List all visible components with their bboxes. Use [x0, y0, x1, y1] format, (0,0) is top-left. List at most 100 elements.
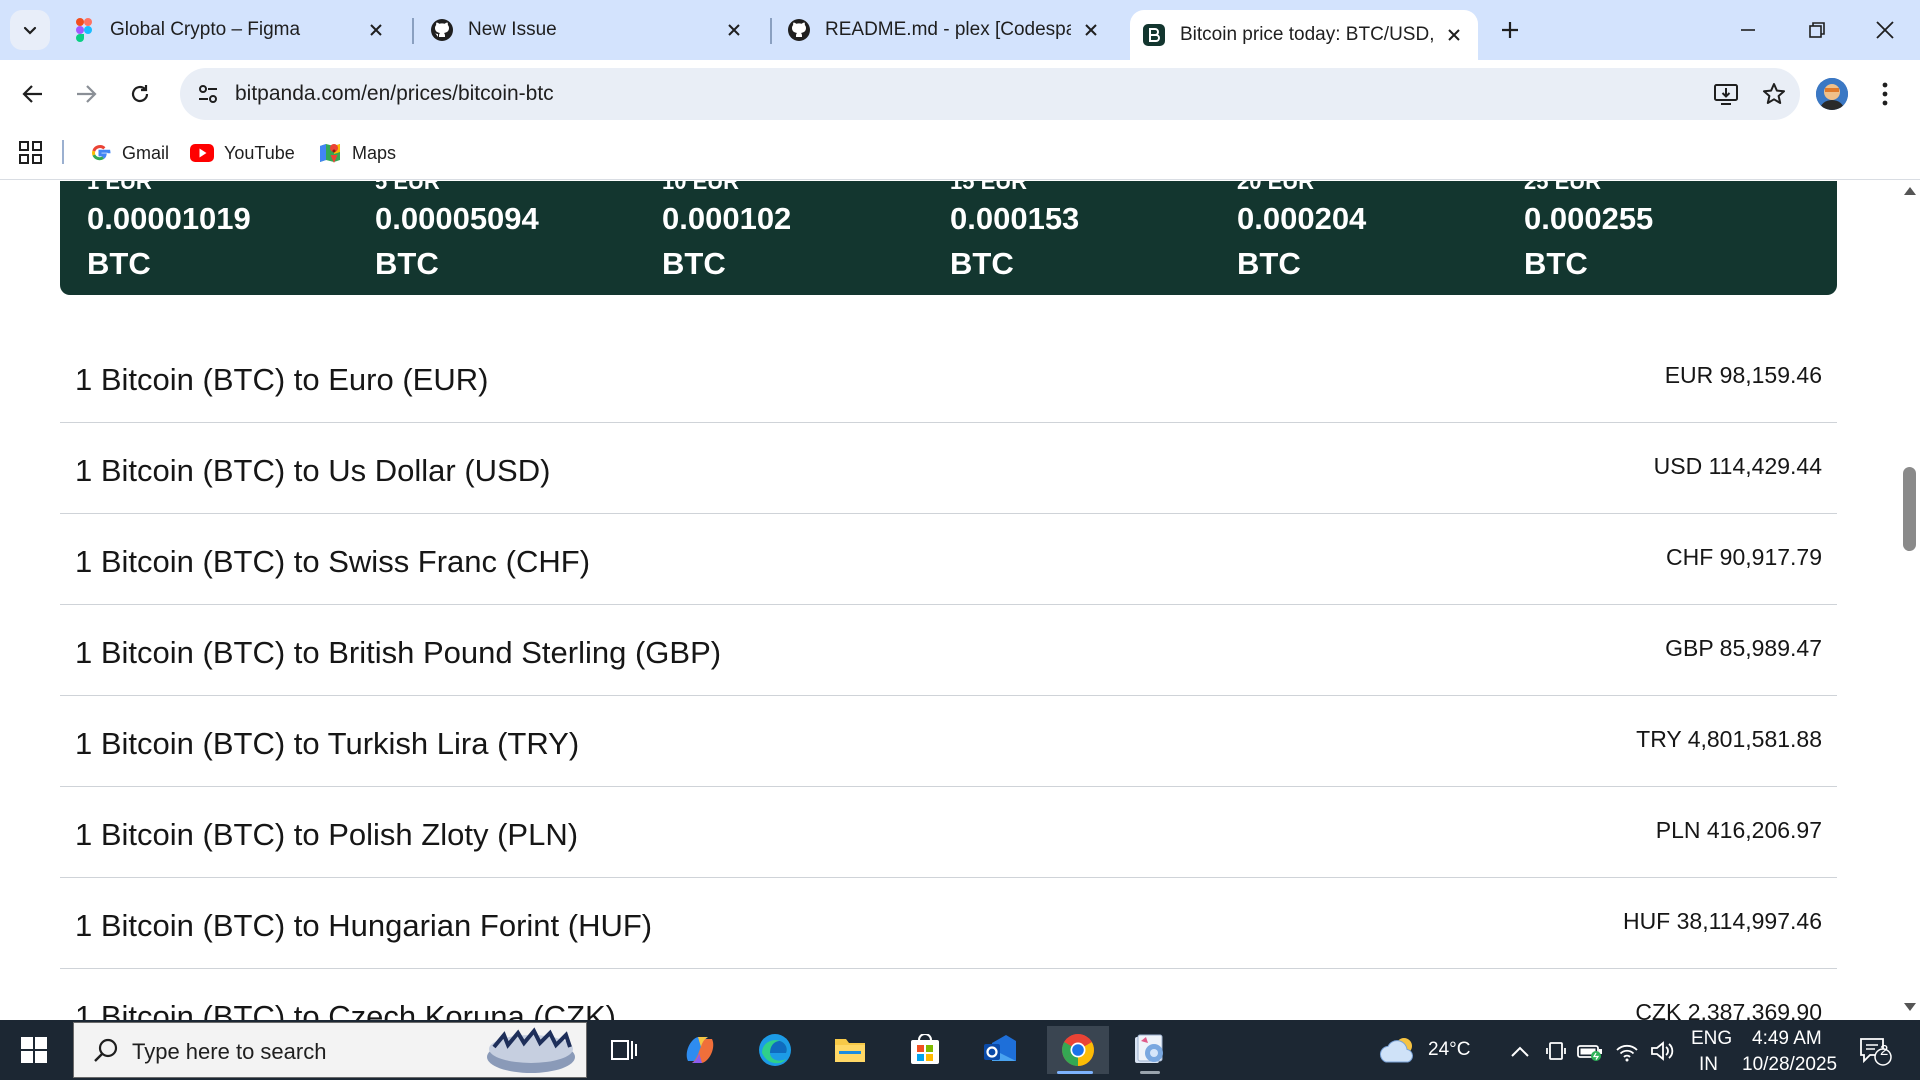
btc-unit: BTC: [1524, 246, 1588, 281]
tab-readme-codespaces[interactable]: README.md - plex [Codespaces]: [775, 8, 1115, 52]
copilot-button[interactable]: [672, 1026, 728, 1074]
close-icon[interactable]: [1079, 18, 1103, 42]
close-icon[interactable]: [1442, 23, 1466, 47]
arrow-right-icon: [77, 85, 97, 103]
input-language[interactable]: ENG: [1691, 1028, 1732, 1050]
rate-label: 1 Bitcoin (BTC) to Us Dollar (USD): [75, 453, 551, 488]
start-button[interactable]: [14, 1032, 54, 1068]
rate-label: 1 Bitcoin (BTC) to Euro (EUR): [75, 362, 489, 397]
rate-label: 1 Bitcoin (BTC) to British Pound Sterlin…: [75, 635, 722, 670]
restore-button[interactable]: [1782, 0, 1852, 60]
maps-icon: [318, 141, 342, 165]
page-scrollbar[interactable]: [1900, 181, 1920, 1020]
avatar-icon: [1816, 78, 1848, 110]
weather-temperature[interactable]: 24°C: [1428, 1039, 1470, 1061]
rate-label: 1 Bitcoin (BTC) to Czech Koruna (CZK): [75, 999, 616, 1020]
scroll-down-arrow-icon[interactable]: [1904, 1003, 1916, 1011]
tab-bitcoin-price[interactable]: Bitcoin price today: BTC/USD, BTC: [1130, 10, 1478, 60]
bookmark-maps[interactable]: Maps: [318, 138, 396, 168]
search-highlight-icon: [487, 1027, 575, 1073]
chrome-button[interactable]: [1047, 1026, 1109, 1074]
more-vert-icon: [1882, 82, 1888, 106]
forward-button[interactable]: [68, 76, 104, 112]
tab-title: README.md - plex [Codespaces]: [825, 19, 1071, 40]
rate-value: HUF 38,114,997.46: [1622, 908, 1822, 934]
profile-avatar[interactable]: [1816, 78, 1848, 110]
rate-label: 1 Bitcoin (BTC) to Polish Zloty (PLN): [75, 817, 579, 852]
battery-icon[interactable]: [1577, 1038, 1603, 1064]
btc-unit: BTC: [1237, 246, 1301, 281]
apps-grid-icon[interactable]: [18, 140, 44, 166]
bookmark-separator: [62, 140, 64, 164]
minimize-button[interactable]: [1713, 0, 1783, 60]
tab-new-issue[interactable]: New Issue: [418, 8, 758, 52]
bookmark-gmail[interactable]: Gmail: [88, 138, 169, 168]
rate-row-gbp[interactable]: 1 Bitcoin (BTC) to British Pound Sterlin…: [60, 605, 1837, 696]
meet-now-icon[interactable]: [1543, 1038, 1569, 1064]
bookmark-star-button[interactable]: [1758, 78, 1790, 110]
address-bar[interactable]: bitpanda.com/en/prices/bitcoin-btc: [180, 68, 1800, 120]
close-icon[interactable]: [722, 18, 746, 42]
rate-row-try[interactable]: 1 Bitcoin (BTC) to Turkish Lira (TRY) TR…: [60, 696, 1837, 787]
rate-row-chf[interactable]: 1 Bitcoin (BTC) to Swiss Franc (CHF) CHF…: [60, 514, 1837, 605]
scroll-up-arrow-icon[interactable]: [1904, 187, 1916, 195]
url-text[interactable]: bitpanda.com/en/prices/bitcoin-btc: [235, 82, 554, 106]
search-placeholder: Type here to search: [132, 1039, 327, 1064]
tab-separator: [770, 18, 772, 44]
btc-unit: BTC: [87, 246, 151, 281]
outlook-button[interactable]: [972, 1026, 1028, 1074]
back-button[interactable]: [15, 76, 51, 112]
bookmark-youtube[interactable]: YouTube: [190, 138, 295, 168]
bookmark-label: YouTube: [224, 142, 295, 163]
chrome-icon: [1062, 1034, 1094, 1066]
btc-amount: 0.000204: [1237, 201, 1367, 236]
rate-value: USD 114,429.44: [1653, 453, 1822, 479]
microsoft-store-button[interactable]: [897, 1026, 953, 1074]
tab-search-button[interactable]: [10, 10, 50, 50]
scroll-thumb[interactable]: [1903, 467, 1916, 551]
bitpanda-icon: [1142, 23, 1166, 47]
rate-row-czk[interactable]: 1 Bitcoin (BTC) to Czech Koruna (CZK) CZ…: [60, 969, 1837, 1020]
eur-amount: 15 EUR: [950, 181, 1028, 194]
task-view-button[interactable]: [596, 1026, 652, 1074]
browser-menu-button[interactable]: [1870, 76, 1900, 112]
task-view-icon: [611, 1040, 637, 1060]
weather-icon[interactable]: [1378, 1032, 1420, 1068]
bookmark-label: Gmail: [122, 142, 170, 163]
chevron-down-icon: [23, 26, 37, 35]
site-info-icon[interactable]: [194, 80, 222, 108]
volume-icon[interactable]: [1649, 1038, 1675, 1064]
rate-row-eur[interactable]: 1 Bitcoin (BTC) to Euro (EUR) EUR 98,159…: [60, 332, 1837, 423]
install-app-button[interactable]: [1710, 78, 1742, 110]
plus-icon: [1502, 22, 1518, 38]
clock-time[interactable]: 4:49 AM: [1752, 1028, 1822, 1050]
input-region[interactable]: IN: [1699, 1054, 1718, 1076]
restore-icon: [1809, 22, 1825, 38]
edge-button[interactable]: [747, 1026, 803, 1074]
notification-center-button[interactable]: 2: [1855, 1034, 1895, 1068]
rate-value: CHF 90,917.79: [1666, 544, 1822, 570]
rate-row-usd[interactable]: 1 Bitcoin (BTC) to Us Dollar (USD) USD 1…: [60, 423, 1837, 514]
eur-amount: 20 EUR: [1237, 181, 1315, 194]
media-player-icon: [1135, 1034, 1163, 1063]
windows-logo-icon: [21, 1037, 47, 1063]
reload-button[interactable]: [122, 76, 158, 112]
eur-amount: 25 EUR: [1524, 181, 1602, 194]
chevron-up-icon[interactable]: [1507, 1038, 1533, 1064]
file-explorer-button[interactable]: [822, 1026, 878, 1074]
rate-value: EUR 98,159.46: [1664, 362, 1822, 388]
new-tab-button[interactable]: [1492, 12, 1528, 48]
close-icon[interactable]: [364, 18, 388, 42]
btc-unit: BTC: [950, 246, 1014, 281]
taskbar-search-box[interactable]: Type here to search: [73, 1022, 587, 1078]
eur-amount: 5 EUR: [375, 181, 440, 194]
tab-figma[interactable]: Global Crypto – Figma: [60, 8, 400, 52]
rate-row-huf[interactable]: 1 Bitcoin (BTC) to Hungarian Forint (HUF…: [60, 878, 1837, 969]
wifi-icon[interactable]: [1614, 1038, 1640, 1064]
browser-toolbar: bitpanda.com/en/prices/bitcoin-btc: [0, 60, 1920, 128]
rate-row-pln[interactable]: 1 Bitcoin (BTC) to Polish Zloty (PLN) PL…: [60, 787, 1837, 878]
tab-title: New Issue: [468, 19, 557, 40]
clock-date[interactable]: 10/28/2025: [1742, 1054, 1837, 1076]
media-player-button[interactable]: [1122, 1026, 1178, 1074]
close-window-button[interactable]: [1850, 0, 1920, 60]
